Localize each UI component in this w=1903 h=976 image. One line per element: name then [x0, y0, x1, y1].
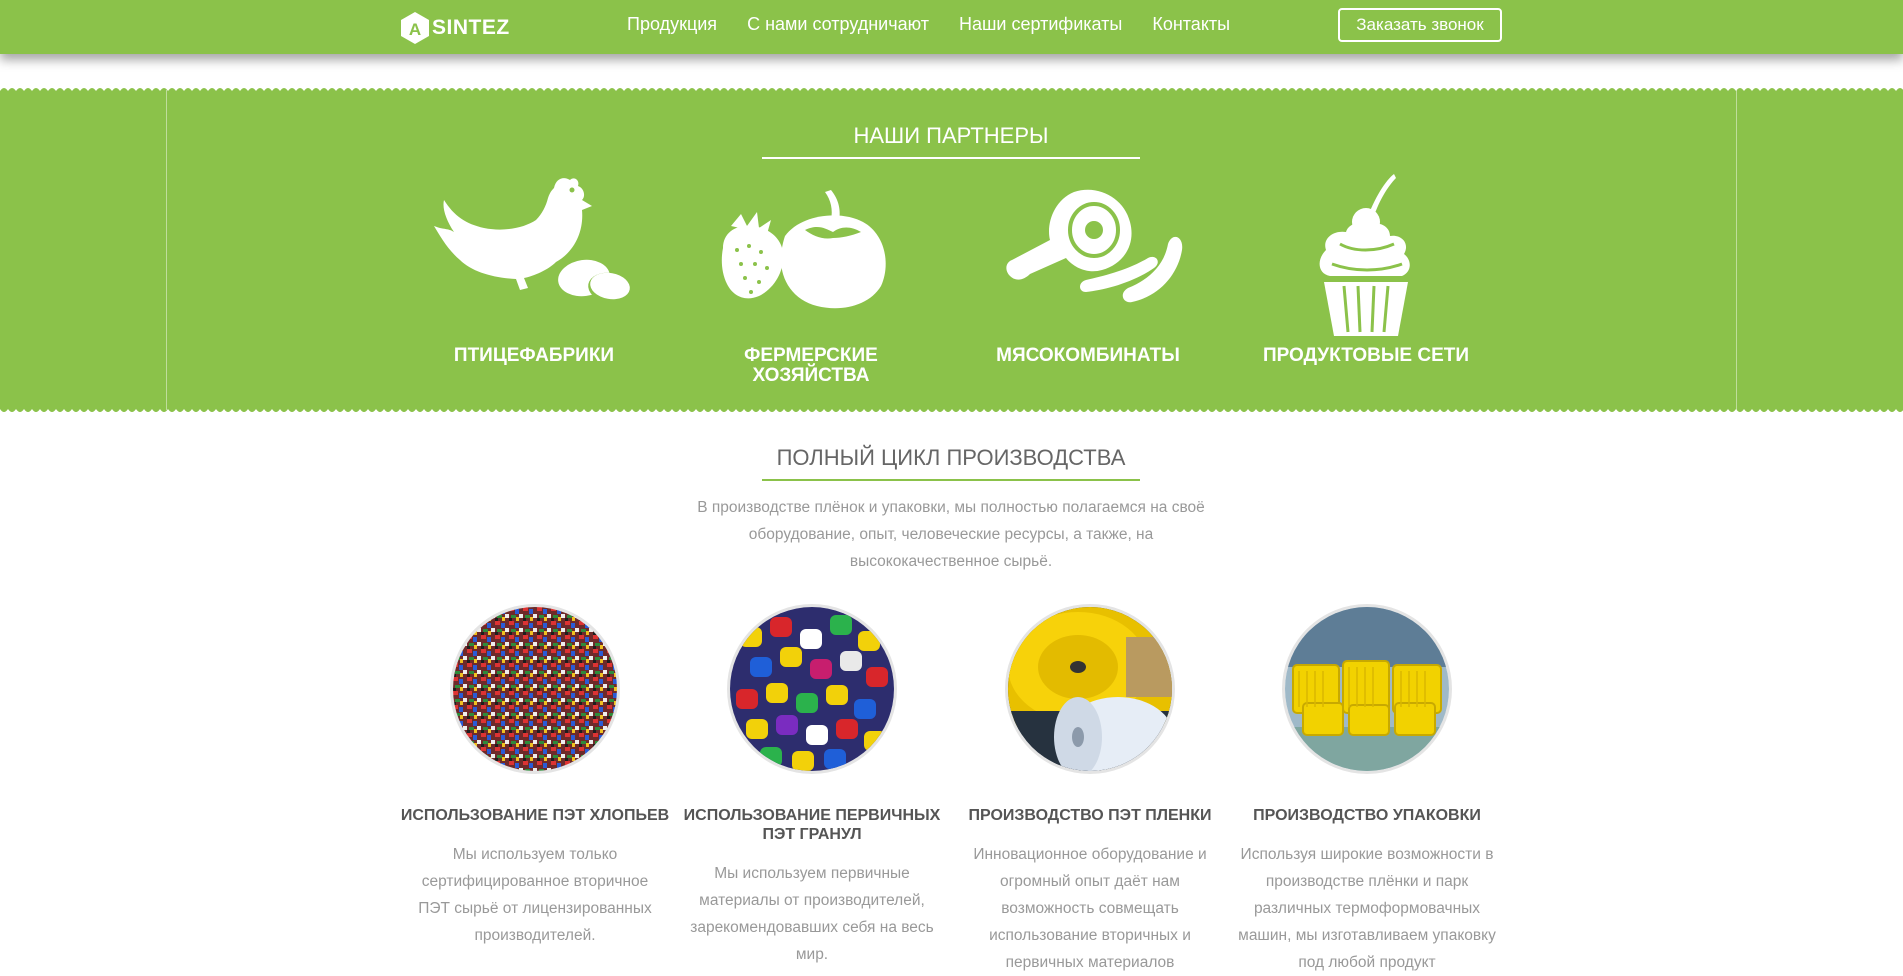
cycle-step-pet-film: ПРОИЗВОДСТВО ПЭТ ПЛЕНКИ Инновационное об… [953, 604, 1227, 976]
site-header: A SINTEZ Продукция С нами сотрудничают Н… [0, 0, 1903, 54]
partner-retail-chains: ПРОДУКТОВЫЕ СЕТИ [1256, 140, 1476, 366]
logo-letter: A [409, 20, 421, 39]
cycle-title: ПОЛНЫЙ ЦИКЛ ПРОИЗВОДСТВА [762, 445, 1140, 481]
step-description: Используя широкие возможности в производ… [1238, 846, 1496, 971]
partner-label: ПТИЦЕФАБРИКИ [453, 345, 615, 366]
cupcake-icon [1319, 174, 1410, 336]
cycle-description: В производстве плёнок и упаковки, мы пол… [697, 499, 1205, 570]
pet-flakes-image [450, 604, 620, 774]
main-nav: Продукция С нами сотрудничают Наши серти… [627, 14, 1260, 35]
logo[interactable]: A SINTEZ [400, 11, 510, 45]
logo-text: SINTEZ [432, 16, 510, 39]
nav-link-certificates[interactable]: Наши сертификаты [959, 14, 1122, 35]
cycle-step-pet-granules: ИСПОЛЬЗОВАНИЕ ПЕРВИЧНЫХ ПЭТ ГРАНУЛ Мы ис… [675, 604, 949, 968]
partner-label: ФЕРМЕРСКИЕ ХОЗЯЙСТВА [744, 345, 878, 386]
pet-granules-image [727, 604, 897, 774]
step-description: Мы используем только сертифицированное в… [418, 846, 652, 944]
cycle-step-packaging: ПРОИЗВОДСТВО УПАКОВКИ Используя широкие … [1230, 604, 1504, 976]
step-title: ИСПОЛЬЗОВАНИЕ ПЭТ ХЛОПЬЕВ [400, 807, 670, 824]
band-divider-left [166, 90, 167, 410]
nav-link-contacts[interactable]: Контакты [1152, 14, 1230, 35]
step-title: ИСПОЛЬЗОВАНИЕ ПЕРВИЧНЫХ ПЭТ ГРАНУЛ [683, 807, 941, 843]
film-rolls-image [1005, 604, 1175, 774]
vegetables-icon [721, 190, 886, 309]
nav-link-products[interactable]: Продукция [627, 14, 717, 35]
logo-hexagon-icon: A [401, 12, 429, 44]
packaging-image [1282, 604, 1452, 774]
order-call-button[interactable]: Заказать звонок [1338, 8, 1502, 42]
partner-poultry: ПТИЦЕФАБРИКИ [424, 140, 644, 366]
partner-label: МЯСОКОМБИНАТЫ [996, 345, 1180, 366]
step-title: ПРОИЗВОДСТВО УПАКОВКИ [1253, 807, 1481, 824]
step-title: ПРОИЗВОДСТВО ПЭТ ПЛЕНКИ [968, 807, 1212, 824]
nav-link-partners[interactable]: С нами сотрудничают [747, 14, 929, 35]
cycle-step-pet-flakes: ИСПОЛЬЗОВАНИЕ ПЭТ ХЛОПЬЕВ Мы используем … [398, 604, 672, 949]
partner-farms: ФЕРМЕРСКИЕ ХОЗЯЙСТВА [701, 140, 921, 386]
wave-divider-bottom [0, 402, 1903, 416]
chicken-icon [434, 178, 632, 304]
wave-divider-top [0, 84, 1903, 98]
step-description: Мы используем первичные материалы от про… [690, 865, 934, 963]
partner-meat-plants: МЯСОКОМБИНАТЫ [978, 140, 1198, 366]
band-divider-right [1736, 90, 1737, 410]
step-description: Инновационное оборудование и огромный оп… [973, 846, 1207, 971]
partner-label: ПРОДУКТОВЫЕ СЕТИ [1262, 345, 1470, 366]
meat-icon [1006, 189, 1183, 303]
